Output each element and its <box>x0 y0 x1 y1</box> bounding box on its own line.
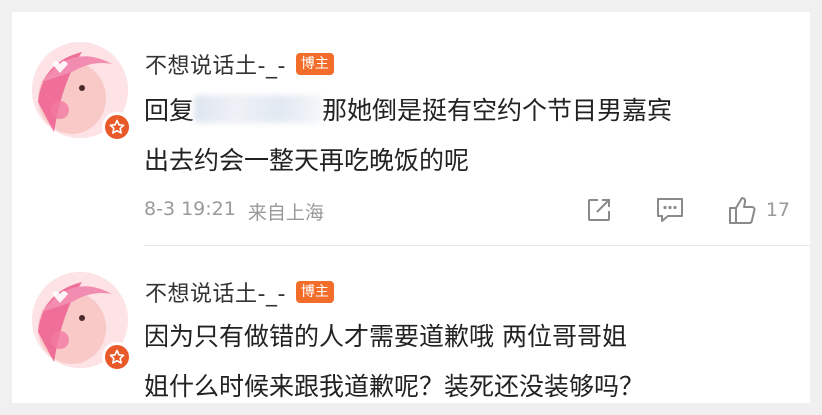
divider <box>144 245 810 246</box>
author-tag: 博主 <box>295 53 334 75</box>
comment-meta: 8-3 19:21 来自上海 <box>144 198 324 225</box>
comment-actions: 17 <box>544 194 790 226</box>
comment-text-line-2: 出去约会一整天再吃晚饭的呢 <box>144 146 470 175</box>
star-badge-icon <box>102 112 132 142</box>
author-tag: 博主 <box>295 281 334 303</box>
comment-header: 不想说话土-_- 博主 <box>145 276 334 308</box>
comment-date: 8-3 19:21 <box>144 198 236 220</box>
comment-text-line-2: 姐什么时候来跟我道歉呢？装死还没装够吗？ <box>144 372 645 401</box>
like-button[interactable]: 17 <box>726 194 790 226</box>
comment-button[interactable] <box>654 195 686 225</box>
comment-icon <box>656 198 683 222</box>
thumbs-up-icon <box>728 197 756 224</box>
username[interactable]: 不想说话土-_- <box>145 276 286 308</box>
comment-item: 不想说话土-_- 博主 因为只有做错的人才需要道歉哦 两位哥哥姐 姐什么时候来跟… <box>12 248 810 403</box>
avatar[interactable] <box>32 42 132 142</box>
reply-prefix: 回复 <box>144 96 195 125</box>
like-count: 17 <box>765 199 790 221</box>
share-button[interactable] <box>584 195 614 225</box>
share-icon <box>587 199 610 221</box>
comment-text-line-1: 因为只有做错的人才需要道歉哦 两位哥哥姐 <box>144 322 627 351</box>
comment-text: 因为只有做错的人才需要道歉哦 两位哥哥姐 姐什么时候来跟我道歉呢？装死还没装够吗… <box>144 312 794 403</box>
comment-location: 来自上海 <box>247 202 324 224</box>
comment-text-line-1: 那她倒是挺有空约个节目男嘉宾 <box>322 96 673 125</box>
comment-header: 不想说话土-_- 博主 <box>145 48 334 80</box>
blurred-username <box>194 95 323 123</box>
comment-list: 不想说话土-_- 博主 回复 那她倒是挺有空约个节目男嘉宾 出去约会一整天再吃晚饭… <box>12 12 810 403</box>
username[interactable]: 不想说话土-_- <box>145 48 286 80</box>
screenshot-frame: 不想说话土-_- 博主 回复 那她倒是挺有空约个节目男嘉宾 出去约会一整天再吃晚饭… <box>0 0 822 415</box>
star-badge-icon <box>102 342 132 372</box>
avatar[interactable] <box>32 272 132 372</box>
comment-text: 回复 那她倒是挺有空约个节目男嘉宾 出去约会一整天再吃晚饭的呢 <box>144 86 794 186</box>
comment-item: 不想说话土-_- 博主 回复 那她倒是挺有空约个节目男嘉宾 出去约会一整天再吃晚饭… <box>12 12 810 246</box>
